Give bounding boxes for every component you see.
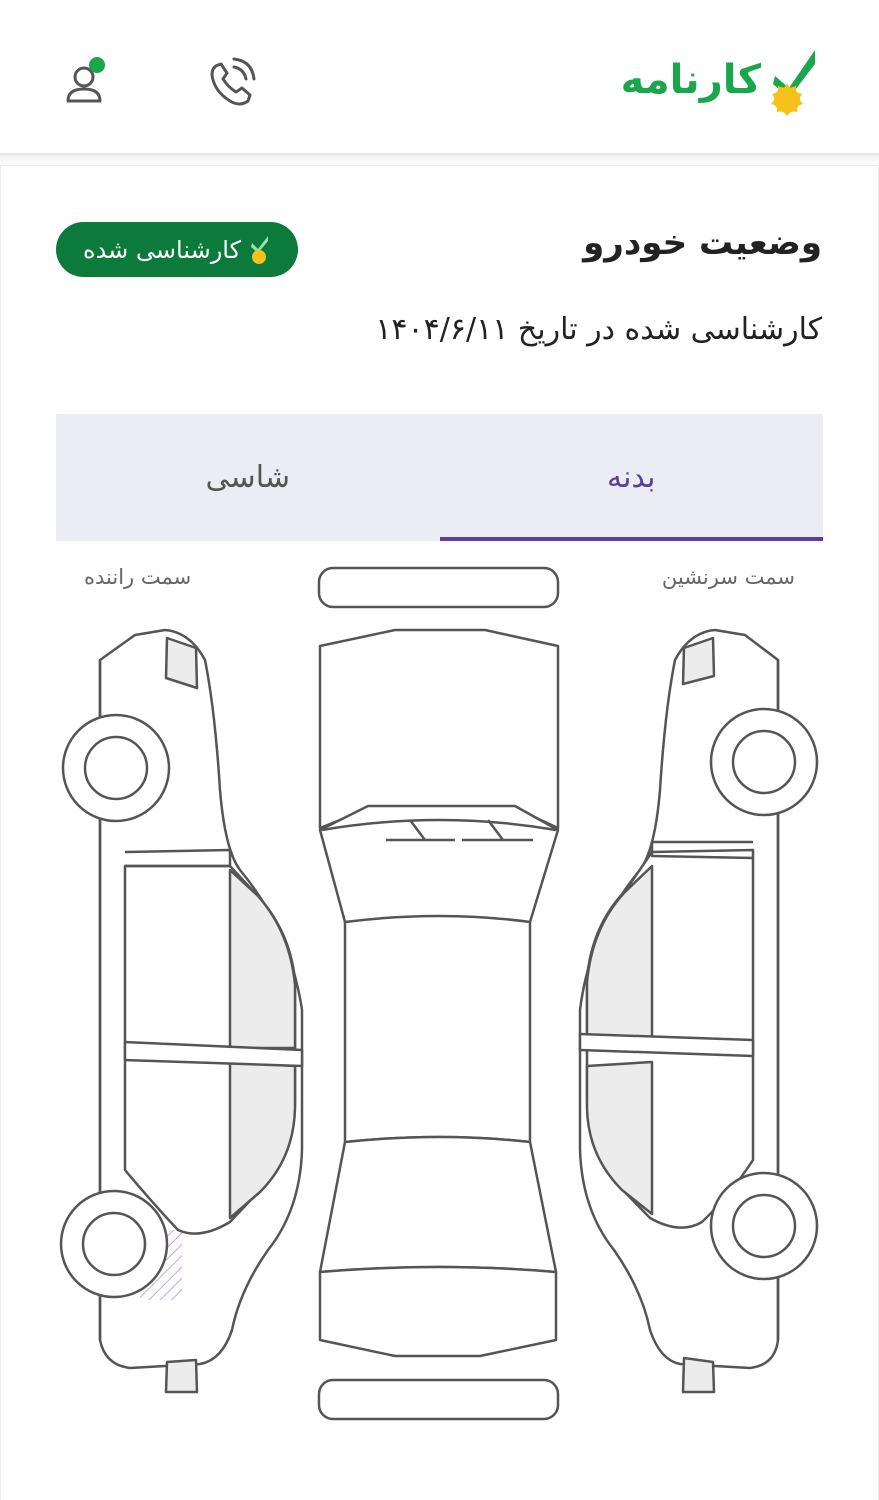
phone-icon	[210, 57, 256, 106]
driver-front-rim	[83, 735, 149, 801]
profile-button[interactable]	[58, 55, 114, 111]
passenger-front-window[interactable]	[585, 864, 654, 1050]
status-badge: کارشناسی شده	[56, 222, 298, 277]
diagram-tabs: بدنه شاسی	[56, 414, 823, 541]
medal-icon	[251, 235, 269, 264]
rear-bumper[interactable]	[317, 1378, 560, 1421]
windshield[interactable]	[318, 804, 560, 924]
brand-logo[interactable]: کارنامه	[621, 42, 819, 118]
front-bumper[interactable]	[317, 566, 560, 609]
page-title: وضعیت خودرو	[583, 223, 822, 263]
status-badge-label: کارشناسی شده	[83, 235, 242, 264]
user-icon	[66, 57, 105, 103]
passenger-rear-rim	[731, 1193, 797, 1259]
car-body-diagram	[59, 566, 819, 1421]
inspection-date-text: کارشناسی شده در تاریخ ۱۴۰۴/۶/۱۱	[375, 312, 822, 347]
app-header: کارنامه	[0, 0, 879, 155]
logo-text: کارنامه	[620, 57, 762, 103]
driver-front-light[interactable]	[164, 636, 199, 690]
phone-button[interactable]	[204, 55, 260, 111]
logo-check-icon	[771, 50, 815, 116]
tab-chassis-label: شاسی	[205, 460, 290, 495]
hood[interactable]	[318, 628, 560, 830]
driver-rear-rim	[81, 1211, 147, 1277]
trunk[interactable]	[318, 1265, 558, 1358]
driver-front-window[interactable]	[228, 868, 297, 1050]
tab-chassis[interactable]: شاسی	[56, 414, 440, 541]
rear-window[interactable]	[318, 1135, 558, 1274]
roof[interactable]	[343, 914, 532, 1144]
passenger-side-view	[578, 628, 819, 1394]
driver-side-view	[59, 628, 304, 1394]
passenger-front-rim	[731, 729, 797, 795]
tab-body[interactable]: بدنه	[439, 414, 824, 541]
header-shadow	[0, 155, 879, 165]
driver-rear-light[interactable]	[164, 1358, 199, 1394]
tab-body-label: بدنه	[606, 460, 656, 495]
passenger-rear-light[interactable]	[681, 1356, 716, 1394]
